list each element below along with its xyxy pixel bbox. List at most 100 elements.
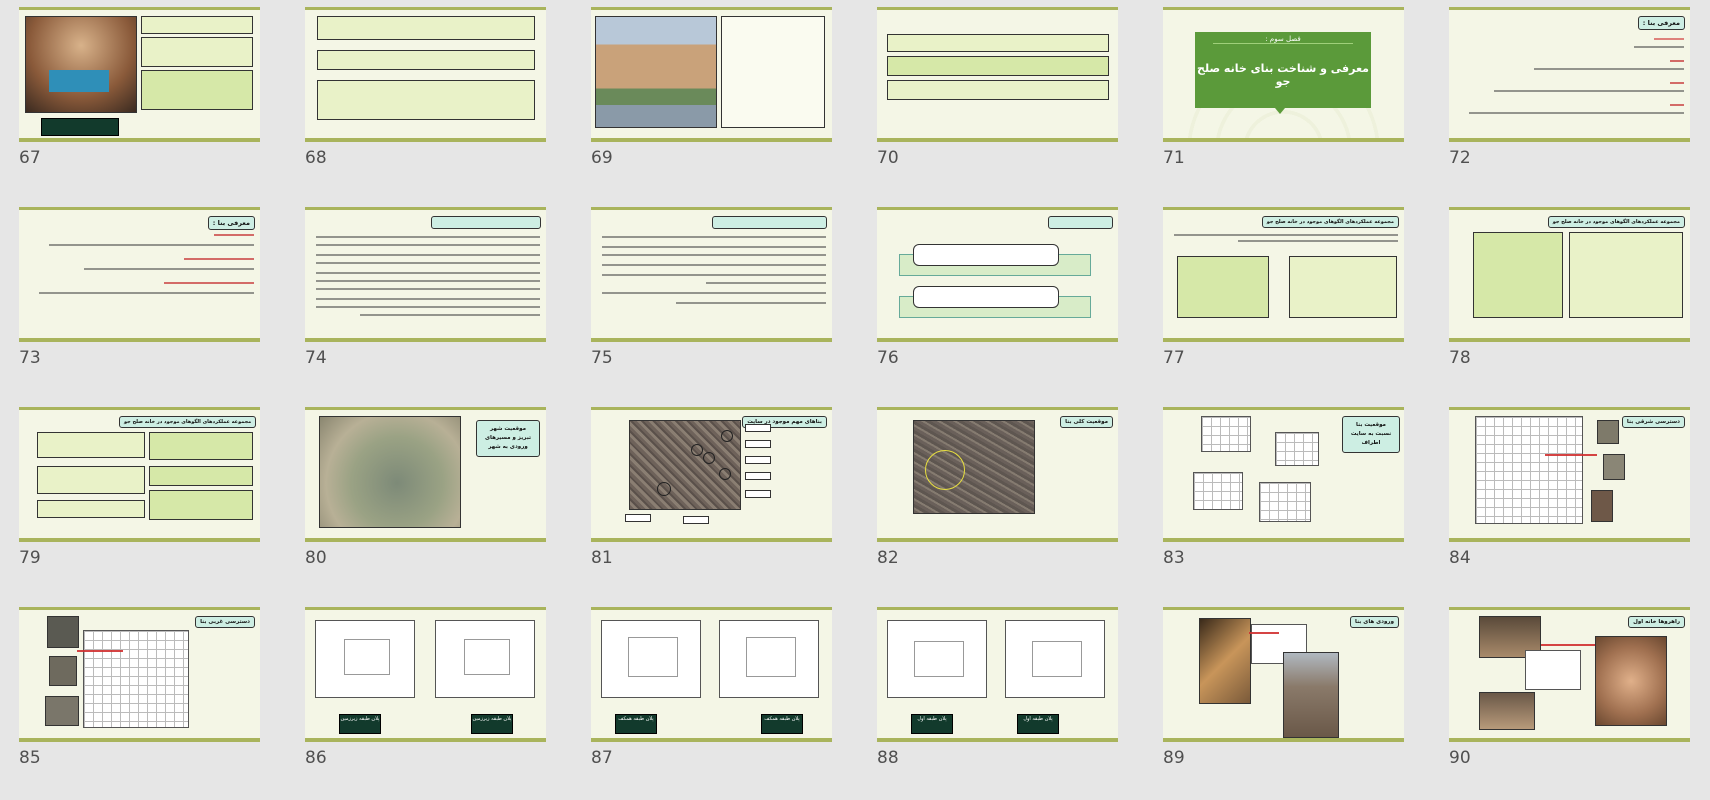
slide-76[interactable]: [877, 207, 1118, 342]
slide-86[interactable]: پلان طبقه زیرزمین پلان طبقه زیرزمین: [305, 607, 546, 742]
slide-thumb[interactable]: راهروها خانه اول 90: [1449, 600, 1710, 800]
satellite-map: [319, 416, 461, 528]
map-label: [745, 472, 771, 480]
text-line: [1670, 60, 1684, 62]
slide-89[interactable]: ورودی های بنا: [1163, 607, 1404, 742]
slide-thumb[interactable]: دسترسی شرقی بنا 84: [1449, 400, 1710, 600]
slide-72[interactable]: معرفی بنا :: [1449, 7, 1690, 142]
slide-thumb[interactable]: پلان طبقه همکف پلان طبقه همکف 87: [591, 600, 877, 800]
text-box: [721, 16, 825, 128]
text-box: [317, 80, 535, 120]
text-line: [676, 302, 826, 304]
corridor-photo: [1595, 636, 1667, 726]
text-line: [706, 282, 826, 284]
slide-number: 82: [877, 548, 899, 568]
plan-caption: پلان طبقه زیرزمین: [471, 714, 513, 734]
slide-number: 67: [19, 148, 41, 168]
text-line: [1174, 234, 1398, 236]
slide-number: 85: [19, 748, 41, 768]
text-line: [316, 272, 540, 274]
slide-thumb[interactable]: 74: [305, 200, 591, 400]
slide-thumb[interactable]: 69: [591, 0, 877, 200]
text-line: [316, 306, 540, 308]
slide-thumb[interactable]: موقعیت شهر تبریز و مسیرهای ورودی به شهر …: [305, 400, 591, 600]
slide-88[interactable]: پلان طبقه اول پلان طبقه اول: [877, 607, 1118, 742]
text-line: [1534, 68, 1684, 70]
slide-69[interactable]: [591, 7, 832, 142]
slide-title-box: [1048, 216, 1113, 229]
slide-80[interactable]: موقعیت شهر تبریز و مسیرهای ورودی به شهر: [305, 407, 546, 542]
map-marker: [657, 482, 671, 496]
slide-number: 83: [1163, 548, 1185, 568]
slide-thumb[interactable]: پلان طبقه زیرزمین پلان طبقه زیرزمین 86: [305, 600, 591, 800]
slide-67[interactable]: [19, 7, 260, 142]
slide-title: مجموعه عملکردهای الگوهای موجود در خانه ص…: [1547, 216, 1685, 228]
slide-thumb[interactable]: ورودی های بنا 89: [1163, 600, 1449, 800]
slide-78[interactable]: مجموعه عملکردهای الگوهای موجود در خانه ص…: [1449, 207, 1690, 342]
floor-plan: [719, 620, 819, 698]
slide-number: 88: [877, 748, 899, 768]
slide-thumb[interactable]: معرفی بنا : 73: [19, 200, 305, 400]
slide-73[interactable]: معرفی بنا :: [19, 207, 260, 342]
slide-90[interactable]: راهروها خانه اول: [1449, 607, 1690, 742]
text-line: [360, 314, 540, 316]
slide-number: 89: [1163, 748, 1185, 768]
slide-thumb[interactable]: 76: [877, 200, 1163, 400]
text-line: [602, 236, 826, 238]
slide-thumb[interactable]: 75: [591, 200, 877, 400]
map-label: [745, 424, 771, 432]
slide-85[interactable]: دسترسی غربی بنا: [19, 607, 260, 742]
text-line: [316, 280, 540, 282]
text-line: [84, 268, 254, 270]
slide-75[interactable]: [591, 207, 832, 342]
slide-thumb[interactable]: پلان طبقه اول پلان طبقه اول 88: [877, 600, 1163, 800]
slide-photo: [25, 16, 137, 113]
text-line: [39, 292, 254, 294]
text-line: [164, 282, 254, 284]
text-box: [149, 490, 253, 520]
slide-thumb[interactable]: معرفی بنا : 72: [1449, 0, 1710, 200]
map-label: [625, 514, 651, 522]
street-photo: [1603, 454, 1625, 480]
slide-68[interactable]: [305, 7, 546, 142]
floor-plan: [315, 620, 415, 698]
slide-title: دسترسی شرقی بنا: [1621, 416, 1685, 428]
slide-thumb[interactable]: فصل سوم : معرفی و شناخت بنای خانه صلح جو…: [1163, 0, 1449, 200]
slide-83[interactable]: موقعیت بنا نسبت به سایت اطراف: [1163, 407, 1404, 542]
slide-number: 70: [877, 148, 899, 168]
access-arrow: [1541, 644, 1595, 646]
text-line: [1670, 82, 1684, 84]
text-box: [37, 466, 145, 494]
slide-84[interactable]: دسترسی شرقی بنا: [1449, 407, 1690, 542]
slide-thumb[interactable]: 67: [19, 0, 305, 200]
slide-thumb[interactable]: موقعیت کلی بنا 82: [877, 400, 1163, 600]
slide-thumb[interactable]: 68: [305, 0, 591, 200]
plan-caption: پلان طبقه زیرزمین: [339, 714, 381, 734]
slide-71[interactable]: فصل سوم : معرفی و شناخت بنای خانه صلح جو: [1163, 7, 1404, 142]
slide-thumb[interactable]: مجموعه عملکردهای الگوهای موجود در خانه ص…: [19, 400, 305, 600]
text-line: [1469, 112, 1684, 114]
slide-number: 80: [305, 548, 327, 568]
slide-70[interactable]: [877, 7, 1118, 142]
map-label: [683, 516, 709, 524]
slide-77[interactable]: مجموعه عملکردهای الگوهای موجود در خانه ص…: [1163, 207, 1404, 342]
slide-82[interactable]: موقعیت کلی بنا: [877, 407, 1118, 542]
slide-number: 84: [1449, 548, 1471, 568]
slide-number: 75: [591, 348, 613, 368]
text-box: [37, 500, 145, 518]
slide-81[interactable]: بناهای مهم موجود در سایت: [591, 407, 832, 542]
slide-thumb[interactable]: مجموعه عملکردهای الگوهای موجود در خانه ص…: [1163, 200, 1449, 400]
text-line: [602, 246, 826, 248]
plan-caption: پلان طبقه همکف: [761, 714, 803, 734]
text-box: [1177, 256, 1269, 318]
slide-thumb[interactable]: موقعیت بنا نسبت به سایت اطراف 83: [1163, 400, 1449, 600]
slide-thumb[interactable]: دسترسی غربی بنا 85: [19, 600, 305, 800]
slide-thumb[interactable]: مجموعه عملکردهای الگوهای موجود در خانه ص…: [1449, 200, 1710, 400]
slide-thumb[interactable]: بناهای مهم موجود در سایت 81: [591, 400, 877, 600]
text-box: [1289, 256, 1397, 318]
slide-thumb[interactable]: 70: [877, 0, 1163, 200]
slide-74[interactable]: [305, 207, 546, 342]
text-line: [602, 274, 826, 276]
slide-87[interactable]: پلان طبقه همکف پلان طبقه همکف: [591, 607, 832, 742]
slide-79[interactable]: مجموعه عملکردهای الگوهای موجود در خانه ص…: [19, 407, 260, 542]
